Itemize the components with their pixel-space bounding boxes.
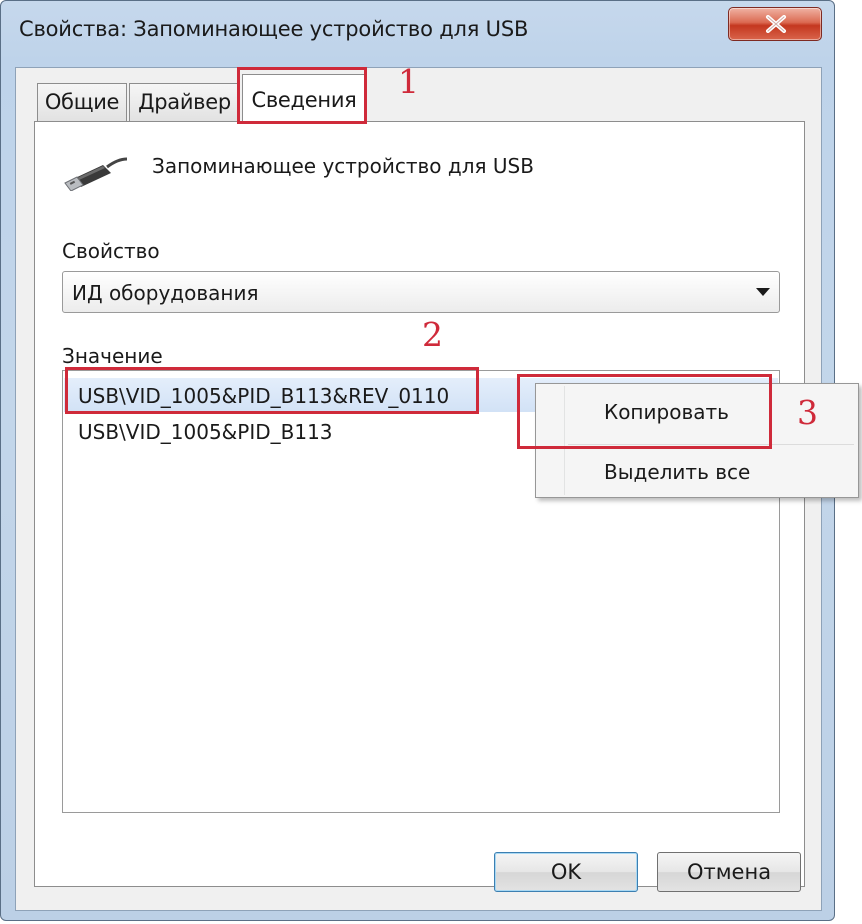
- device-name: Запоминающее устройство для USB: [152, 154, 534, 178]
- close-icon: [766, 15, 786, 33]
- window-title: Свойства: Запоминающее устройство для US…: [19, 17, 529, 41]
- annotation-box-3: [517, 374, 772, 449]
- usb-plug-icon: [64, 157, 128, 191]
- annotation-box-1: [237, 67, 367, 124]
- close-button[interactable]: [728, 7, 822, 41]
- property-dropdown[interactable]: ИД оборудования: [62, 271, 780, 313]
- title-bar[interactable]: Свойства: Запоминающее устройство для US…: [1, 1, 834, 59]
- property-label: Свойство: [62, 239, 160, 263]
- details-panel: Запоминающее устройство для USB Свойство…: [34, 121, 805, 887]
- annotation-box-2: [65, 367, 479, 414]
- annotation-number-1: 1: [398, 62, 419, 101]
- tab-driver[interactable]: Драйвер: [129, 83, 240, 121]
- menu-item-select-all-label: Выделить все: [604, 460, 751, 484]
- chevron-down-icon: [756, 288, 770, 296]
- value-label: Значение: [62, 344, 163, 368]
- annotation-number-2: 2: [422, 315, 443, 354]
- annotation-number-3: 3: [797, 393, 818, 432]
- ok-button[interactable]: OK: [494, 852, 638, 892]
- property-selected-value: ИД оборудования: [72, 281, 259, 305]
- tab-general[interactable]: Общие: [37, 83, 127, 121]
- menu-item-select-all[interactable]: Выделить все: [538, 450, 856, 494]
- list-item-text: USB\VID_1005&PID_B113: [78, 420, 333, 444]
- cancel-button[interactable]: Отмена: [657, 852, 801, 892]
